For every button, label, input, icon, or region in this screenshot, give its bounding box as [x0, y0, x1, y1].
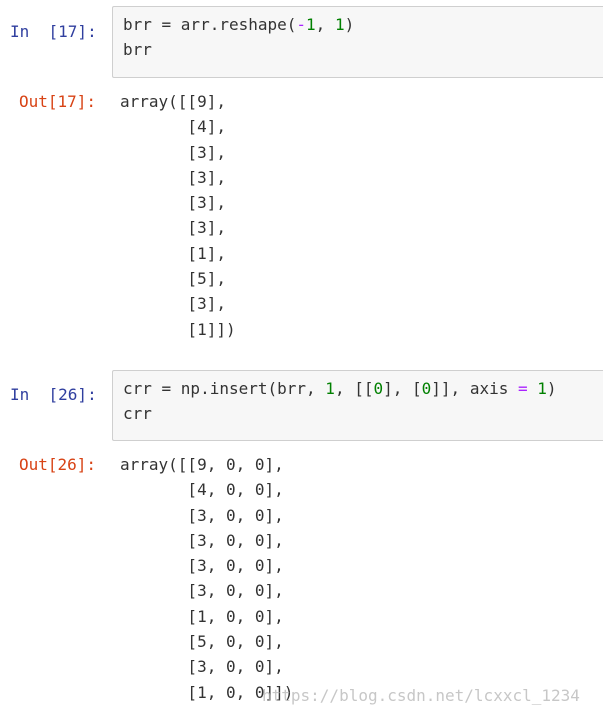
output-line: [3], [120, 218, 226, 238]
output-line: [4], [120, 117, 226, 137]
cell-output: array([[9, 0, 0], [4, 0, 0], [3, 0, 0], … [120, 452, 293, 705]
output-line: [1], [120, 243, 226, 263]
output-prompt: Out[17]: [19, 92, 97, 111]
output-line: [3, 0, 0], [120, 657, 284, 677]
code-token: ) [344, 15, 355, 34]
code-line: crr = np.insert(brr, 1, [[0], [0]], axis… [123, 376, 603, 401]
code-token: brr [123, 40, 152, 59]
code-token: ], [ [383, 379, 422, 398]
code-number-token: 1 [334, 15, 345, 34]
code-token: crr = np.insert(brr, [123, 379, 326, 398]
output-line: [1]]) [120, 319, 236, 339]
code-token: ) [546, 379, 557, 398]
output-line: [3], [120, 167, 226, 187]
output-prompt: Out[26]: [19, 455, 97, 474]
output-line: array([[9], [120, 92, 226, 111]
code-number-token: 1 [537, 379, 547, 398]
code-number-token: 0 [421, 379, 432, 398]
output-line: [3], [120, 142, 226, 162]
output-line: [5], [120, 269, 226, 289]
code-input-area[interactable]: brr = arr.reshape(-1, 1) brr [112, 6, 603, 78]
input-prompt: In [17]: [10, 22, 97, 41]
code-token: , [315, 15, 335, 34]
code-token: brr = arr.reshape( [123, 15, 297, 34]
code-operator-token: = [517, 379, 528, 398]
code-number-token: 1 [306, 15, 316, 34]
code-number-token: 0 [373, 379, 384, 398]
output-line: [3, 0, 0], [120, 530, 284, 550]
cell-output: array([[9], [4], [3], [3], [3], [3], [1]… [120, 89, 236, 342]
code-operator-token: - [296, 15, 307, 34]
output-line: [1, 0, 0], [120, 606, 284, 626]
output-line: [3, 0, 0], [120, 505, 284, 525]
output-line: [4, 0, 0], [120, 480, 284, 500]
code-line: crr [123, 401, 603, 426]
input-prompt: In [26]: [10, 385, 97, 404]
code-token: , [[ [334, 379, 374, 398]
code-line: brr = arr.reshape(-1, 1) [123, 12, 603, 37]
output-line: [3, 0, 0], [120, 556, 284, 576]
code-input-area[interactable]: crr = np.insert(brr, 1, [[0], [0]], axis… [112, 370, 603, 441]
output-line: array([[9, 0, 0], [120, 455, 284, 474]
code-token: ]], axis [431, 379, 518, 398]
code-number-token: 1 [325, 379, 335, 398]
output-line: [3], [120, 193, 226, 213]
output-line: [3], [120, 294, 226, 314]
output-line: [3, 0, 0], [120, 581, 284, 601]
code-line: brr [123, 37, 603, 62]
code-token: crr [123, 404, 152, 423]
watermark-url: https://blog.csdn.net/lcxxcl_1234 [262, 686, 580, 705]
output-line: [5, 0, 0], [120, 632, 284, 652]
